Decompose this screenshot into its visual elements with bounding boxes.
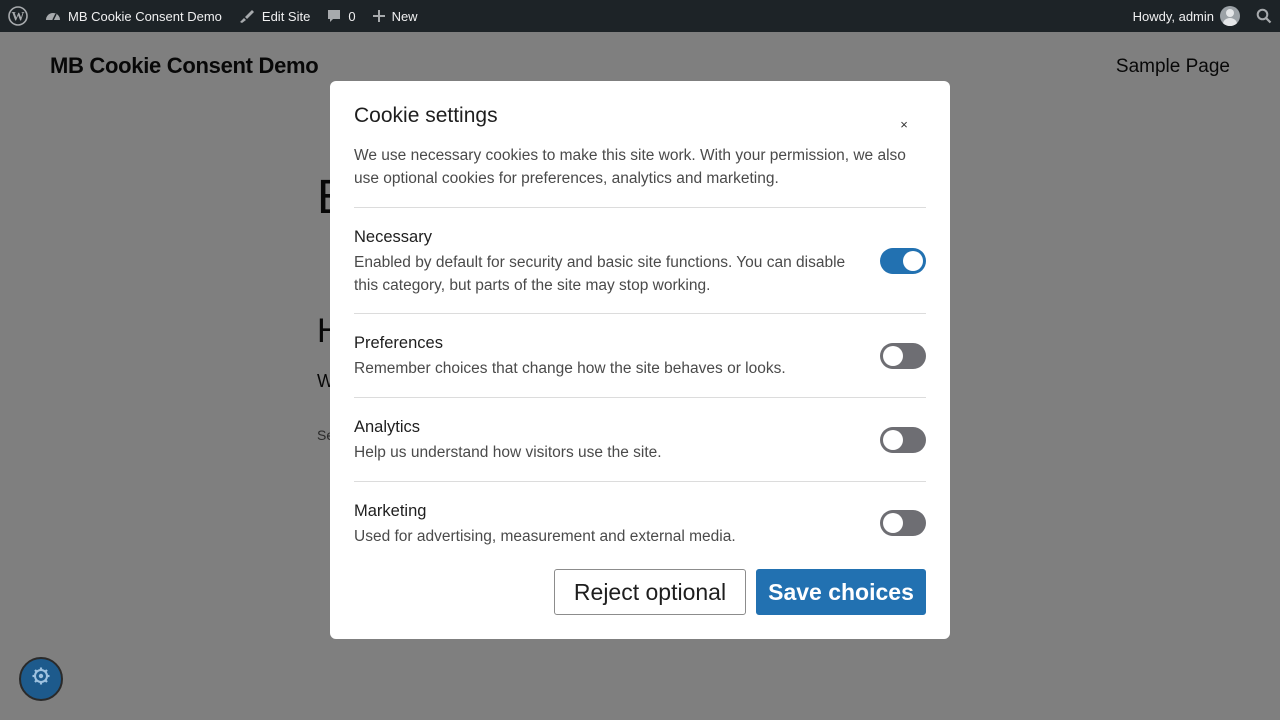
svg-text:W: W bbox=[12, 9, 25, 24]
preferences-toggle[interactable] bbox=[880, 343, 926, 369]
category-name: Analytics bbox=[354, 418, 421, 436]
admin-bar: W MB Cookie Consent Demo Edit Site 0 New… bbox=[0, 0, 1280, 32]
necessary-toggle[interactable] bbox=[880, 248, 926, 274]
admin-bar-edit-site-label: Edit Site bbox=[261, 8, 311, 24]
admin-bar-site-link[interactable]: MB Cookie Consent Demo bbox=[36, 0, 230, 32]
gear-icon bbox=[31, 666, 51, 692]
cookie-settings-modal: Cookie settings × We use necessary cooki… bbox=[330, 81, 950, 639]
modal-title: Cookie settings bbox=[354, 104, 498, 127]
toggle-knob bbox=[903, 251, 923, 271]
category-description: Used for advertising, measurement and ex… bbox=[354, 528, 736, 545]
marketing-toggle[interactable] bbox=[880, 510, 926, 536]
close-icon: × bbox=[900, 117, 908, 132]
category-description: Remember choices that change how the sit… bbox=[354, 360, 786, 377]
category-name: Necessary bbox=[354, 228, 432, 246]
category-description: Enabled by default for security and basi… bbox=[354, 254, 846, 294]
category-description: Help us understand how visitors use the … bbox=[354, 444, 662, 461]
divider bbox=[354, 397, 926, 398]
divider bbox=[354, 481, 926, 482]
save-choices-button[interactable]: Save choices bbox=[756, 569, 926, 615]
divider bbox=[354, 313, 926, 314]
toggle-knob bbox=[883, 430, 903, 450]
category-necessary: Necessary Enabled by default for securit… bbox=[354, 226, 926, 297]
plus-icon bbox=[372, 9, 386, 23]
category-name: Marketing bbox=[354, 502, 427, 520]
comment-icon bbox=[326, 8, 342, 24]
modal-intro: We use necessary cookies to make this si… bbox=[354, 147, 906, 187]
admin-bar-site-name: MB Cookie Consent Demo bbox=[68, 8, 222, 24]
category-analytics: Analytics Help us understand how visitor… bbox=[354, 416, 926, 464]
howdy-text: Howdy, admin bbox=[1132, 8, 1214, 24]
admin-bar-search[interactable] bbox=[1248, 0, 1280, 32]
avatar bbox=[1220, 6, 1240, 26]
divider bbox=[354, 207, 926, 208]
admin-bar-comments[interactable]: 0 bbox=[318, 0, 363, 32]
dashboard-icon bbox=[44, 8, 62, 24]
wordpress-logo-icon[interactable]: W bbox=[0, 0, 36, 32]
cookie-settings-button[interactable] bbox=[19, 657, 63, 701]
analytics-toggle[interactable] bbox=[880, 427, 926, 453]
category-preferences: Preferences Remember choices that change… bbox=[354, 332, 926, 380]
reject-optional-button[interactable]: Reject optional bbox=[554, 569, 746, 615]
edit-brush-icon bbox=[238, 8, 256, 24]
toggle-knob bbox=[883, 513, 903, 533]
category-name: Preferences bbox=[354, 334, 443, 352]
admin-bar-account[interactable]: Howdy, admin bbox=[1125, 0, 1248, 32]
close-button[interactable]: × bbox=[896, 117, 912, 133]
search-icon bbox=[1256, 8, 1272, 24]
category-marketing: Marketing Used for advertising, measurem… bbox=[354, 500, 926, 548]
admin-bar-new[interactable]: New bbox=[364, 0, 426, 32]
toggle-knob bbox=[883, 346, 903, 366]
comments-count: 0 bbox=[348, 8, 356, 24]
admin-bar-new-label: New bbox=[391, 8, 418, 24]
admin-bar-edit-site[interactable]: Edit Site bbox=[230, 0, 318, 32]
